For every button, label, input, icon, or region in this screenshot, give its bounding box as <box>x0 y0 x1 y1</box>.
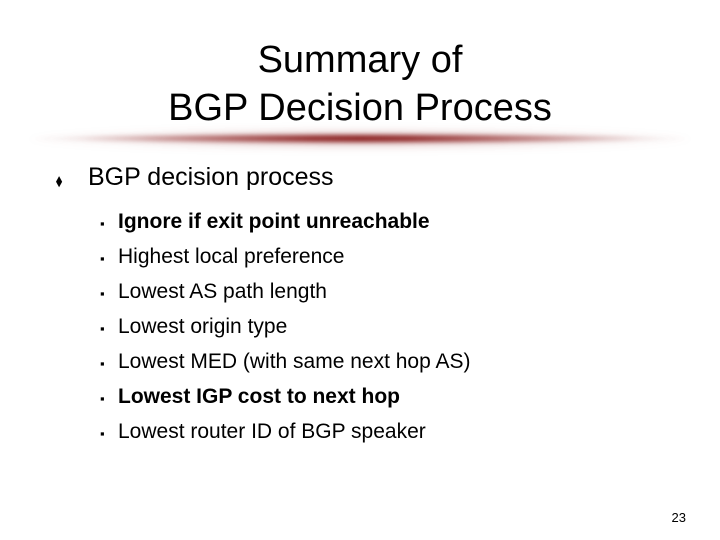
list-item-label: Lowest router ID of BGP speaker <box>118 420 426 443</box>
square-bullet-icon: ▪ <box>100 391 105 406</box>
square-bullet-icon: ▪ <box>100 426 105 441</box>
list-item-label: Highest local preference <box>118 245 345 268</box>
square-bullet-icon: ▪ <box>100 321 105 336</box>
list-item: ▪ Highest local preference <box>48 239 688 274</box>
list-item: ▪ Lowest origin type <box>48 309 688 344</box>
list-item-label: Lowest MED (with same next hop AS) <box>118 350 471 373</box>
slide-canvas: Summary of BGP Decision Process ◆ BGP de… <box>0 0 720 540</box>
square-bullet-icon: ▪ <box>100 356 105 371</box>
diamond-bullet-icon: ◆ <box>56 172 63 189</box>
list-item: ▪ Lowest MED (with same next hop AS) <box>48 344 688 379</box>
slide-title-line-2: BGP Decision Process <box>168 87 552 129</box>
list-item-label: Lowest origin type <box>118 315 288 338</box>
bullet-level1-bgp-decision-process: ◆ BGP decision process <box>48 160 688 198</box>
slide-title-line-1: Summary of <box>257 39 463 81</box>
square-bullet-icon: ▪ <box>100 216 105 231</box>
list-item-label: Lowest IGP cost to next hop <box>118 385 400 408</box>
list-item-label: Ignore if exit point unreachable <box>118 210 430 233</box>
title-divider-core <box>30 135 690 142</box>
slide-body: ◆ BGP decision process ▪ Ignore if exit … <box>48 160 688 449</box>
page-number: 23 <box>671 510 686 525</box>
list-item: ▪ Lowest IGP cost to next hop <box>48 379 688 414</box>
decision-process-list: ▪ Ignore if exit point unreachable ▪ Hig… <box>48 204 688 449</box>
list-item-label: Lowest AS path length <box>118 280 327 303</box>
list-item: ▪ Ignore if exit point unreachable <box>48 204 688 239</box>
square-bullet-icon: ▪ <box>100 286 105 301</box>
list-item: ▪ Lowest AS path length <box>48 274 688 309</box>
bullet-level1-label: BGP decision process <box>88 163 334 191</box>
list-item: ▪ Lowest router ID of BGP speaker <box>48 414 688 449</box>
slide-title: Summary of BGP Decision Process <box>0 36 720 132</box>
square-bullet-icon: ▪ <box>100 251 105 266</box>
